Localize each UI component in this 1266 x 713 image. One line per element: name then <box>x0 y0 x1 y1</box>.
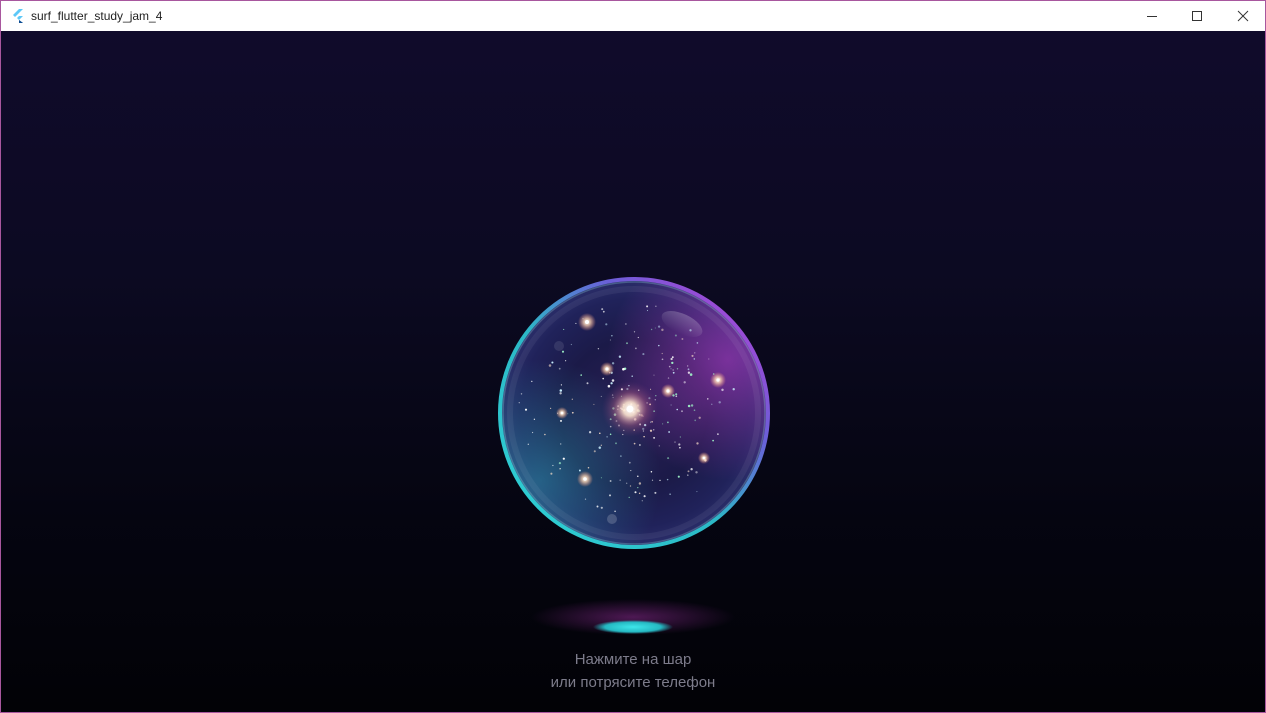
close-button[interactable] <box>1220 1 1265 31</box>
window-title: surf_flutter_study_jam_4 <box>31 9 163 23</box>
magic-ball[interactable] <box>497 276 771 550</box>
maximize-button[interactable] <box>1174 1 1220 31</box>
minimize-button[interactable] <box>1129 1 1175 31</box>
hint-text-shake: или потрясите телефон <box>550 674 716 691</box>
flutter-logo-icon <box>10 8 26 24</box>
hint-text-tap: Нажмите на шар <box>574 651 692 668</box>
title-bar[interactable]: surf_flutter_study_jam_4 <box>1 1 1265 31</box>
close-icon <box>1237 10 1249 22</box>
app-content: Нажмите на шар или потрясите телефон <box>1 31 1265 712</box>
maximize-icon <box>1192 11 1202 21</box>
minimize-icon <box>1147 16 1157 17</box>
ball-shadow <box>531 597 735 637</box>
app-window: surf_flutter_study_jam_4 Нажмите на шар … <box>0 0 1266 713</box>
